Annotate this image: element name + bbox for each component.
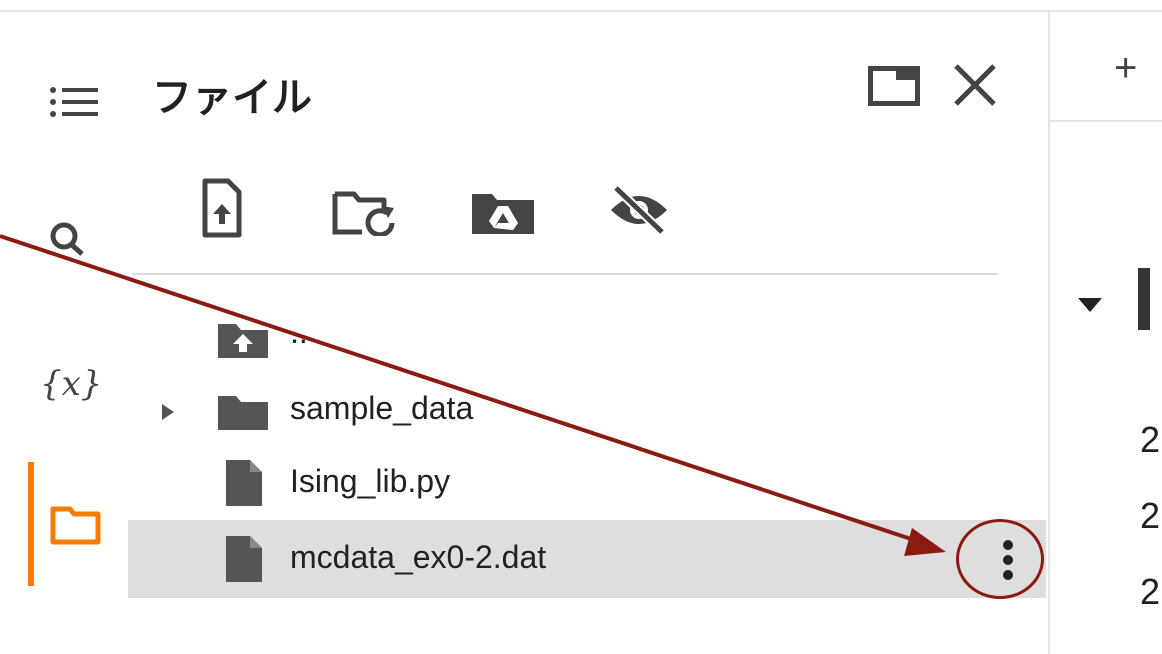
add-cell-button[interactable]: + xyxy=(1114,46,1137,91)
output-line: 2 xyxy=(1140,571,1161,612)
section-heading xyxy=(1138,268,1150,330)
output-line: 2 xyxy=(1140,419,1161,460)
annotation-arrow xyxy=(0,234,946,556)
collapse-section-icon[interactable] xyxy=(1076,296,1104,314)
output-line: 2 xyxy=(1140,495,1161,536)
